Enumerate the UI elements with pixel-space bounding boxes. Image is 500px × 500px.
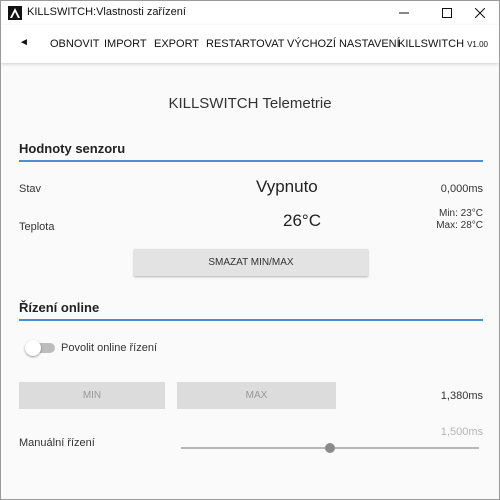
sensor-section-title: Hodnoty senzoru xyxy=(19,141,126,156)
app-logo-icon xyxy=(8,6,22,20)
sensor-section-divider xyxy=(19,160,483,162)
temperature-min: Min: 23°C xyxy=(438,208,483,219)
temperature-minmax: Min: 23°C Max: 28°C xyxy=(436,208,483,232)
status-time: 0,000ms xyxy=(440,183,483,195)
online-section-divider xyxy=(19,319,483,321)
online-section-title: Řízení online xyxy=(19,300,100,315)
online-control-toggle[interactable] xyxy=(25,340,55,356)
app-window: KILLSWITCH:Vlastnosti zařízení ◄ OBNOVIT… xyxy=(0,0,500,500)
minimize-button[interactable] xyxy=(385,1,423,25)
toolbar: ◄ OBNOVIT IMPORT EXPORT RESTARTOVAT VÝCH… xyxy=(1,25,499,63)
refresh-button[interactable]: OBNOVIT xyxy=(50,38,100,50)
factory-defaults-button[interactable]: VÝCHOZÍ NASTAVENÍ xyxy=(287,38,400,50)
close-button[interactable] xyxy=(461,1,499,25)
back-icon[interactable]: ◄ xyxy=(19,37,29,48)
max-button[interactable]: MAX xyxy=(177,382,336,409)
import-button[interactable]: IMPORT xyxy=(104,38,147,50)
online-control-label: Povolit online řízení xyxy=(61,342,157,354)
manual-control-slider[interactable] xyxy=(181,442,479,454)
maximize-icon xyxy=(442,8,452,18)
slider-value: 1,500ms xyxy=(440,426,483,438)
export-button[interactable]: EXPORT xyxy=(154,38,199,50)
page-title: KILLSWITCH Telemetrie xyxy=(168,95,332,112)
toggle-knob xyxy=(25,340,41,356)
clear-minmax-button[interactable]: SMAZAT MIN/MAX xyxy=(134,249,368,276)
firmware-version: V1.00 xyxy=(467,40,488,49)
status-label: Stav xyxy=(19,183,42,195)
close-icon xyxy=(475,8,485,18)
window-title: KILLSWITCH:Vlastnosti zařízení xyxy=(27,6,186,18)
temperature-label: Teplota xyxy=(19,221,55,233)
device-name: KILLSWITCH xyxy=(398,38,465,50)
restart-button[interactable]: RESTARTOVAT xyxy=(206,38,284,50)
status-value: Vypnuto xyxy=(256,177,318,196)
minimize-icon xyxy=(399,8,409,18)
title-bar: KILLSWITCH:Vlastnosti zařízení xyxy=(1,1,499,25)
device-info-button[interactable]: KILLSWITCH V1.00 xyxy=(398,38,488,50)
current-pulse-value: 1,380ms xyxy=(440,390,483,402)
temperature-max: Max: 28°C xyxy=(436,220,483,231)
slider-thumb[interactable] xyxy=(325,443,335,453)
temperature-value: 26°C xyxy=(283,211,321,230)
min-button[interactable]: MIN xyxy=(19,382,165,409)
manual-control-label: Manuální řízení xyxy=(19,437,95,449)
